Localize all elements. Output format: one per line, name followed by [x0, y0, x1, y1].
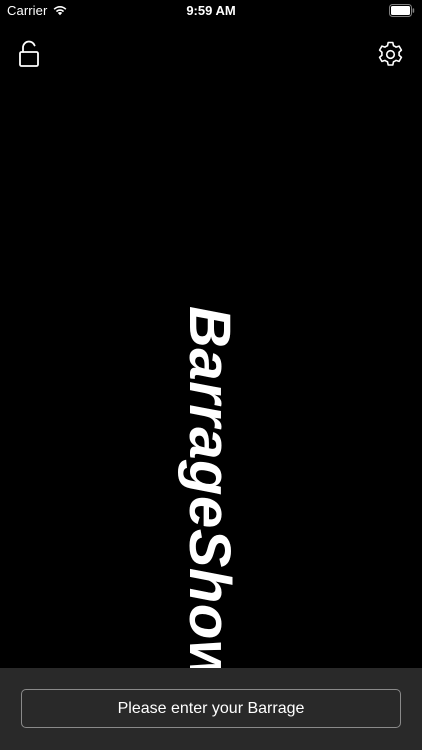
barrage-input[interactable]: [21, 689, 401, 728]
gear-icon[interactable]: [376, 40, 405, 69]
battery-icon: [389, 4, 415, 17]
unlock-icon[interactable]: [17, 40, 41, 68]
status-time: 9:59 AM: [186, 3, 236, 18]
input-bar: [0, 668, 422, 750]
barrage-text: BarrageShowis: [177, 306, 242, 668]
status-bar: Carrier 9:59 AM: [0, 0, 422, 24]
barrage-display-area: BarrageShowis: [0, 80, 422, 668]
